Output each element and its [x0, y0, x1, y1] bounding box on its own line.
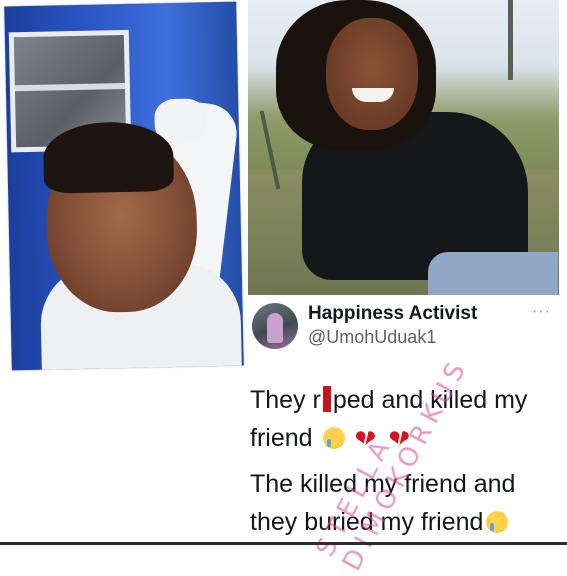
broken-heart-icon	[388, 421, 412, 459]
smiling-face	[326, 18, 418, 130]
tweet-line-1: They r ped and killed my friend	[250, 381, 555, 459]
loudly-crying-face-icon	[322, 427, 345, 449]
background-pole	[508, 0, 513, 80]
left-photo	[4, 1, 244, 371]
censor-mark	[322, 386, 331, 412]
tweet-line-1-start: They r	[250, 386, 321, 414]
more-options-icon[interactable]: ···	[532, 303, 551, 321]
tweet-text: They rped and killed my friend The kille…	[250, 381, 555, 549]
jeans	[428, 252, 558, 295]
right-photo	[248, 0, 559, 295]
tweet-card: Happiness Activist @UmohUduak1 ··· They …	[248, 297, 559, 576]
tweet-line-2-text: The killed my friend and they buried my …	[250, 470, 516, 536]
tweet-line-2: The killed my friend and they buried my …	[250, 465, 555, 541]
avatar[interactable]	[252, 303, 298, 349]
broken-heart-icon	[354, 421, 378, 459]
hair	[42, 120, 175, 194]
user-handle[interactable]: @UmohUduak1	[308, 327, 436, 348]
loudly-crying-face-icon	[486, 511, 509, 533]
display-name[interactable]: Happiness Activist	[308, 303, 477, 325]
